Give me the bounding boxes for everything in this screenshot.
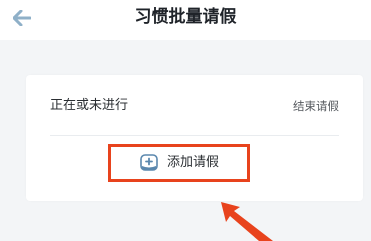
divider: [50, 135, 339, 136]
page-title: 习惯批量请假: [134, 7, 237, 27]
add-leave-button[interactable]: 添加请假: [108, 144, 250, 182]
end-leave-link[interactable]: 结束请假: [293, 98, 339, 114]
add-leave-label: 添加请假: [166, 155, 219, 170]
leave-card: 正在或未进行 结束请假 添加请假: [26, 75, 363, 201]
status-label: 正在或未进行: [50, 98, 129, 113]
header-bar: 习惯批量请假: [0, 0, 371, 40]
add-leave-icon: [139, 153, 159, 173]
pointer-arrow-icon: [221, 202, 273, 241]
